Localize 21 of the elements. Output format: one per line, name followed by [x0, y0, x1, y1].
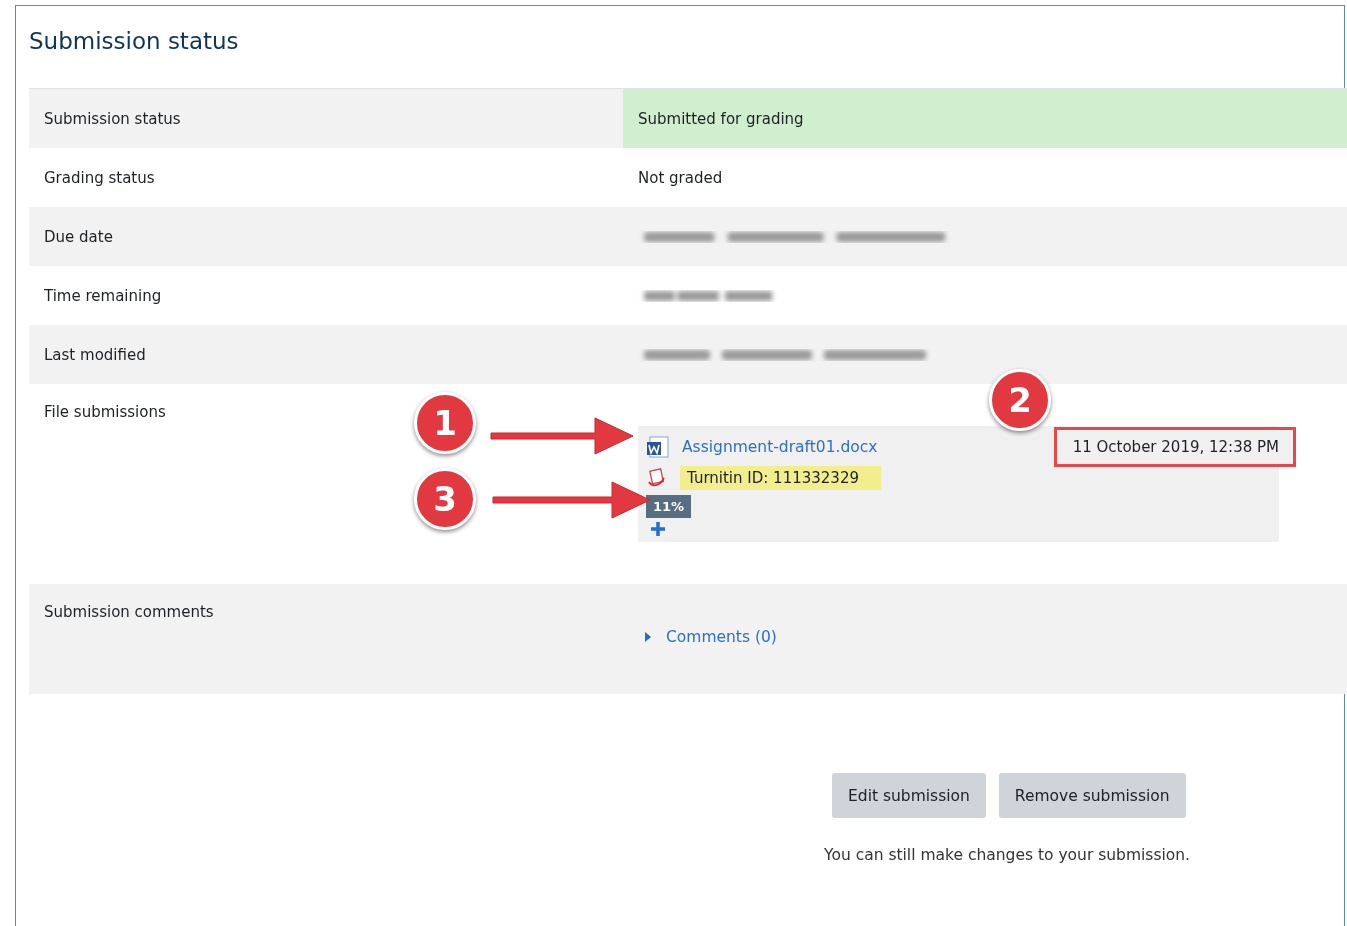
row-label: Submission comments	[44, 603, 214, 621]
submission-button[interactable]: Edit submission	[832, 773, 986, 818]
similarity-score[interactable]: 11%	[646, 495, 692, 518]
row-label: Last modified	[44, 345, 146, 364]
word-document-icon	[646, 436, 670, 458]
row-label: Due date	[44, 227, 113, 246]
file-link[interactable]: Assignment-draft01.docx	[682, 438, 878, 456]
callout-number: 1	[414, 392, 476, 454]
comments-toggle[interactable]: Comments (0)	[644, 628, 777, 646]
status-value: Submitted for grading	[623, 89, 1347, 148]
row-label: Grading status	[44, 168, 155, 187]
callout-number: 3	[414, 468, 476, 530]
submission-button[interactable]: Remove submission	[998, 773, 1186, 818]
plus-icon[interactable]	[649, 520, 667, 538]
section-title: Submission status	[29, 28, 240, 54]
row-label: Time remaining	[44, 286, 162, 305]
row-label: Submission status	[44, 109, 181, 128]
row-label: File submissions	[44, 403, 166, 421]
submission-note: You can still make changes to your submission.	[824, 846, 1191, 864]
status-value: Not graded	[637, 167, 724, 189]
turnitin-id: Turnitin ID: 111332329	[680, 466, 881, 490]
